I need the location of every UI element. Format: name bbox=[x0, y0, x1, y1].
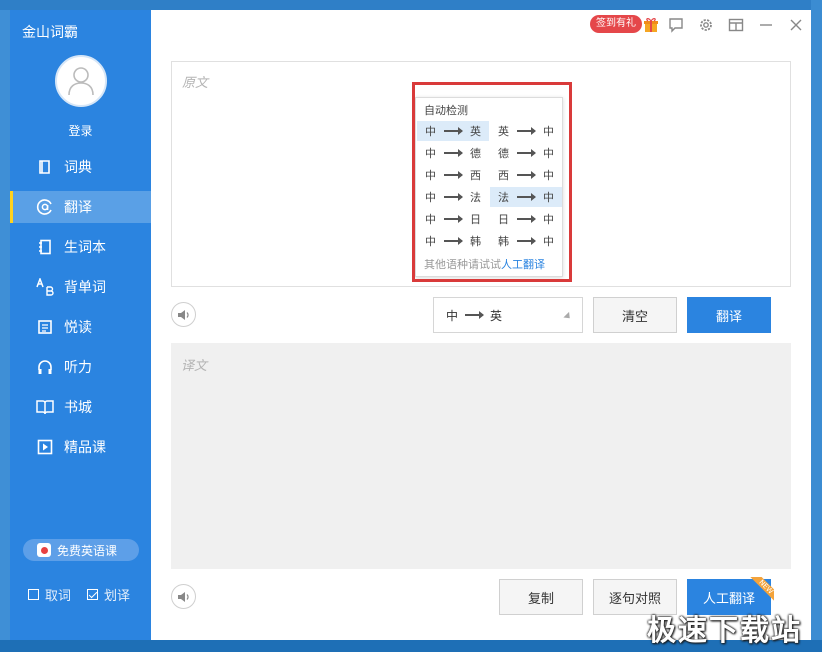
open-book-icon bbox=[36, 398, 54, 416]
login-link[interactable]: 登录 bbox=[10, 122, 151, 139]
speaker-icon bbox=[177, 309, 189, 320]
sidebar-item-label: 精品课 bbox=[64, 440, 106, 456]
selection-translate-label: 划译 bbox=[104, 589, 131, 604]
word-capture-checkbox[interactable] bbox=[28, 589, 39, 600]
speaker-icon bbox=[177, 591, 189, 602]
sidebar-item-translate[interactable]: 翻译 bbox=[10, 191, 151, 223]
avatar[interactable] bbox=[55, 55, 107, 107]
target-speaker-button[interactable] bbox=[171, 584, 196, 609]
play-icon bbox=[36, 438, 54, 456]
sidebar-item-dictionary[interactable]: 词典 bbox=[10, 151, 151, 183]
book-icon bbox=[36, 158, 54, 176]
translate-icon bbox=[36, 198, 54, 216]
sidebar-item-label: 词典 bbox=[64, 160, 92, 176]
sidebar-item-label: 翻译 bbox=[64, 200, 92, 216]
desktop-right-edge bbox=[811, 0, 822, 652]
highlight-frame bbox=[412, 82, 572, 282]
sidebar-item-label: 背单词 bbox=[64, 280, 106, 296]
settings-icon[interactable] bbox=[697, 16, 715, 34]
target-placeholder: 译文 bbox=[181, 359, 208, 374]
new-badge-label: NEW bbox=[749, 577, 774, 603]
translation-output: 译文 bbox=[171, 343, 791, 569]
notebook-icon bbox=[36, 238, 54, 256]
close-icon[interactable] bbox=[787, 16, 805, 34]
sidebar-item-label: 生词本 bbox=[64, 240, 106, 256]
word-capture-toggle[interactable]: 取词 bbox=[28, 585, 71, 604]
sidebar-item-label: 悦读 bbox=[64, 320, 92, 336]
vocab-icon bbox=[36, 278, 54, 296]
sidebar-item-label: 书城 bbox=[64, 400, 92, 416]
sign-in-reward-badge[interactable]: 签到有礼 bbox=[590, 15, 642, 33]
selection-translate-checkbox[interactable] bbox=[87, 589, 98, 600]
headphones-icon bbox=[36, 358, 54, 376]
sidebar-item-wordbook[interactable]: 生词本 bbox=[10, 231, 151, 263]
site-watermark: 极速下载站 bbox=[647, 613, 803, 647]
sidebar: 金山词霸 登录 词典 翻译 生词本 背单词 悦读 听力 书城 精品课 免费英语课… bbox=[10, 10, 151, 640]
minimize-icon[interactable] bbox=[757, 16, 775, 34]
word-capture-label: 取词 bbox=[45, 589, 72, 604]
sidebar-item-bookstore[interactable]: 书城 bbox=[10, 391, 151, 423]
sidebar-item-reading[interactable]: 悦读 bbox=[10, 311, 151, 343]
selection-translate-toggle[interactable]: 划译 bbox=[87, 585, 130, 604]
arrow-right-icon bbox=[465, 311, 485, 319]
sidebar-item-label: 听力 bbox=[64, 360, 92, 376]
free-course-button[interactable]: 免费英语课 bbox=[23, 539, 139, 561]
language-to: 英 bbox=[490, 308, 503, 323]
dropdown-arrow-icon bbox=[563, 311, 573, 322]
desktop-top-edge bbox=[0, 0, 822, 10]
translate-button[interactable]: 翻译 bbox=[687, 297, 771, 333]
user-icon bbox=[68, 67, 94, 96]
app-window: 金山词霸 登录 词典 翻译 生词本 背单词 悦读 听力 书城 精品课 免费英语课… bbox=[10, 10, 811, 640]
course-badge-icon bbox=[37, 543, 51, 557]
sidebar-item-vocab[interactable]: 背单词 bbox=[10, 271, 151, 303]
free-course-label: 免费英语课 bbox=[57, 543, 118, 558]
reading-icon bbox=[36, 318, 54, 336]
language-select[interactable]: 中 英 bbox=[433, 297, 583, 333]
source-speaker-button[interactable] bbox=[171, 302, 196, 327]
feedback-icon[interactable] bbox=[667, 16, 685, 34]
sidebar-item-courses[interactable]: 精品课 bbox=[10, 431, 151, 463]
gift-icon[interactable] bbox=[642, 16, 660, 34]
mini-mode-icon[interactable] bbox=[727, 16, 745, 34]
source-placeholder: 原文 bbox=[182, 76, 209, 91]
sidebar-item-listening[interactable]: 听力 bbox=[10, 351, 151, 383]
app-title: 金山词霸 bbox=[22, 25, 78, 41]
language-from: 中 bbox=[446, 308, 459, 323]
clear-button[interactable]: 清空 bbox=[593, 297, 677, 333]
copy-button[interactable]: 复制 bbox=[499, 579, 583, 615]
new-badge: NEW bbox=[748, 577, 774, 603]
